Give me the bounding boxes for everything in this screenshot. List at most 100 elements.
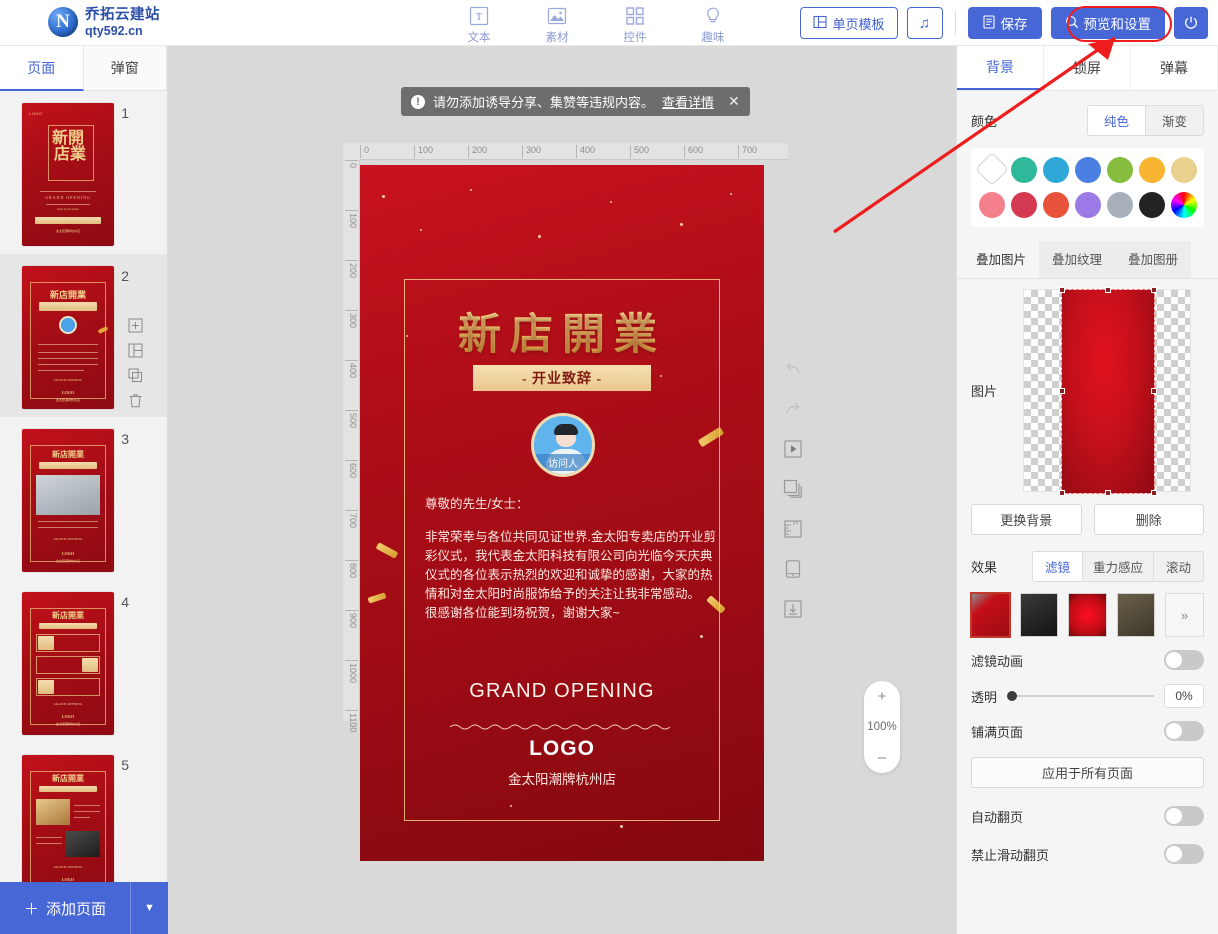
page-item[interactable]: 新店開業 GRAND OPENING LOGO 金太阳潮牌杭州店	[0, 254, 167, 417]
overlay-tab-texture[interactable]: 叠加纹理	[1039, 241, 1116, 278]
swatch-teal[interactable]	[1011, 157, 1037, 183]
resize-handle-tc[interactable]	[1105, 287, 1111, 293]
filter-thumb-dark[interactable]	[1019, 593, 1059, 637]
resize-handle-tr[interactable]	[1151, 287, 1157, 293]
swatch-blue[interactable]	[1075, 157, 1101, 183]
avatar[interactable]: 访问人	[531, 413, 595, 477]
tab-lockscreen[interactable]: 锁屏	[1044, 46, 1131, 90]
swatch-sand[interactable]	[1171, 157, 1197, 183]
page-thumbnail-list[interactable]: LOGO 新開 店業 GRAND OPENING xxxx xx xx xxxx…	[0, 91, 167, 882]
overlay-tab-album[interactable]: 叠加图册	[1115, 241, 1192, 278]
effect-filter[interactable]: 滤镜	[1032, 552, 1083, 581]
swatch-black[interactable]	[1139, 192, 1165, 218]
copy-icon[interactable]	[128, 368, 143, 383]
filter-thumb-sepia[interactable]	[1116, 593, 1156, 637]
grand-opening-text[interactable]: GRAND OPENING	[360, 680, 764, 703]
zoom-out-button[interactable]: –	[878, 750, 886, 765]
tab-popups[interactable]: 弹窗	[83, 46, 167, 91]
swatch-gray[interactable]	[1107, 192, 1133, 218]
color-mode-solid[interactable]: 纯色	[1087, 106, 1146, 135]
resize-handle-ml[interactable]	[1059, 388, 1065, 394]
delete-background-button[interactable]: 删除	[1093, 504, 1204, 535]
tab-danmaku[interactable]: 弹幕	[1131, 46, 1218, 90]
download-icon[interactable]	[782, 598, 804, 620]
page-thumbnail[interactable]: 新店開業 GRAND OPENING LOGO 金太阳潮牌杭州店	[22, 429, 114, 572]
page-thumbnail[interactable]: LOGO 新開 店業 GRAND OPENING xxxx xx xx xxxx…	[22, 103, 114, 246]
swatch-orange-red[interactable]	[1043, 192, 1069, 218]
page-thumbnail[interactable]: 新店開業 GRAND OPENING LOGO 金太阳潮牌杭州店	[22, 592, 114, 735]
transparency-slider[interactable]	[1007, 691, 1154, 701]
poster-body-text[interactable]: 尊敬的先生/女士： 非常荣幸与各位共同见证世界.金太阳专卖店的开业剪彩仪式，我代…	[425, 495, 724, 623]
background-image-preview[interactable]	[1023, 287, 1191, 496]
auto-flip-label: 自动翻页	[971, 809, 1024, 825]
preview-settings-button[interactable]: 预览和设置	[1050, 7, 1165, 39]
swatch-white[interactable]	[975, 152, 1009, 186]
poster-logo[interactable]: LOGO	[360, 737, 764, 761]
page-thumbnail[interactable]: 新店開業 GRAND OPENING LOGO 金太阳潮牌杭州店	[22, 266, 114, 409]
fill-page-toggle[interactable]	[1164, 721, 1204, 741]
poster-title[interactable]: 新店開業	[360, 300, 764, 362]
effect-gravity[interactable]: 重力感应	[1082, 552, 1154, 581]
page-thumbnail[interactable]: 新店開業 GRAND OPENING LOGO 金太阳潮牌杭州店	[22, 755, 114, 882]
resize-handle-tl[interactable]	[1059, 287, 1065, 293]
poster-paragraph: 非常荣幸与各位共同见证世界.金太阳专卖店的开业剪彩仪式，我代表金太阳科技有限公司…	[425, 530, 716, 601]
save-button[interactable]: 保存	[967, 7, 1042, 39]
tool-material[interactable]: 素材	[535, 3, 579, 45]
redo-icon[interactable]	[782, 398, 804, 420]
warning-details-link[interactable]: 查看详情	[662, 92, 714, 111]
swatch-purple[interactable]	[1075, 192, 1101, 218]
play-icon[interactable]	[782, 438, 804, 460]
close-icon[interactable]: ✕	[728, 93, 740, 110]
delete-icon[interactable]	[128, 393, 143, 408]
slider-handle[interactable]	[1007, 691, 1018, 701]
apply-all-pages-button[interactable]: 应用于所有页面	[971, 757, 1204, 788]
effect-scroll[interactable]: 滚动	[1153, 552, 1203, 581]
page-item[interactable]: 新店開業 GRAND OPENING LOGO 金太阳潮牌杭州店 4	[0, 580, 167, 743]
page-item[interactable]: LOGO 新開 店業 GRAND OPENING xxxx xx xx xxxx…	[0, 91, 167, 254]
undo-icon[interactable]	[782, 358, 804, 380]
brand-logo[interactable]: N 乔拓云建站 qty592.cn	[48, 7, 160, 38]
zoom-in-button[interactable]: +	[878, 689, 887, 704]
filter-thumb-original[interactable]	[970, 592, 1011, 638]
page-item[interactable]: 新店開業 GRAND OPENING LOGO 金太阳潮牌杭州店	[0, 743, 167, 882]
transparency-value[interactable]: 0%	[1164, 684, 1204, 708]
overlay-tab-image[interactable]: 叠加图片	[963, 241, 1040, 278]
add-page-button[interactable]: ＋ 添加页面	[0, 898, 130, 919]
tool-fun[interactable]: 趣味	[691, 3, 735, 45]
power-button[interactable]	[1174, 7, 1208, 39]
filter-animation-toggle[interactable]	[1164, 650, 1204, 670]
tab-pages[interactable]: 页面	[0, 46, 84, 91]
poster-canvas[interactable]: 新店開業 - 开业致辞 - 访问人 尊敬的先生/女士： 非常荣幸与各位共同见证世…	[360, 165, 764, 861]
layers-icon[interactable]	[782, 478, 804, 500]
tool-widget[interactable]: 控件	[613, 3, 657, 45]
resize-handle-bc[interactable]	[1105, 490, 1111, 496]
swatch-pink[interactable]	[979, 192, 1005, 218]
add-page-dropdown[interactable]: ▼	[130, 882, 168, 934]
color-mode-gradient[interactable]: 渐变	[1145, 106, 1203, 135]
color-wheel-icon[interactable]	[1171, 192, 1197, 218]
swatch-green[interactable]	[1107, 157, 1133, 183]
swatch-crimson[interactable]	[1011, 192, 1037, 218]
single-page-template-button[interactable]: 单页模板	[800, 7, 898, 39]
resize-handle-bl[interactable]	[1059, 490, 1065, 496]
image-selection[interactable]	[1059, 287, 1157, 496]
replace-background-button[interactable]: 更换背景	[971, 504, 1082, 535]
swatch-amber[interactable]	[1139, 157, 1165, 183]
phone-preview-icon[interactable]	[782, 558, 804, 580]
add-page-icon[interactable]	[128, 318, 143, 333]
filter-thumb-vivid[interactable]	[1068, 593, 1107, 637]
resize-handle-br[interactable]	[1151, 490, 1157, 496]
page-item[interactable]: 新店開業 GRAND OPENING LOGO 金太阳潮牌杭州店 3	[0, 417, 167, 580]
swatch-sky[interactable]	[1043, 157, 1069, 183]
more-filters-button[interactable]: »	[1165, 593, 1204, 637]
auto-flip-toggle[interactable]	[1164, 806, 1204, 826]
ruler-icon[interactable]	[782, 518, 804, 540]
layout-icon[interactable]	[128, 343, 143, 358]
poster-subtitle[interactable]: - 开业致辞 -	[473, 365, 651, 391]
music-button[interactable]: ♫	[906, 7, 943, 39]
tab-background[interactable]: 背景	[957, 46, 1044, 90]
tool-text[interactable]: T 文本	[457, 3, 501, 45]
resize-handle-mr[interactable]	[1151, 388, 1157, 394]
poster-shop-name[interactable]: 金太阳潮牌杭州店	[360, 768, 764, 788]
disable-swipe-toggle[interactable]	[1164, 844, 1204, 864]
